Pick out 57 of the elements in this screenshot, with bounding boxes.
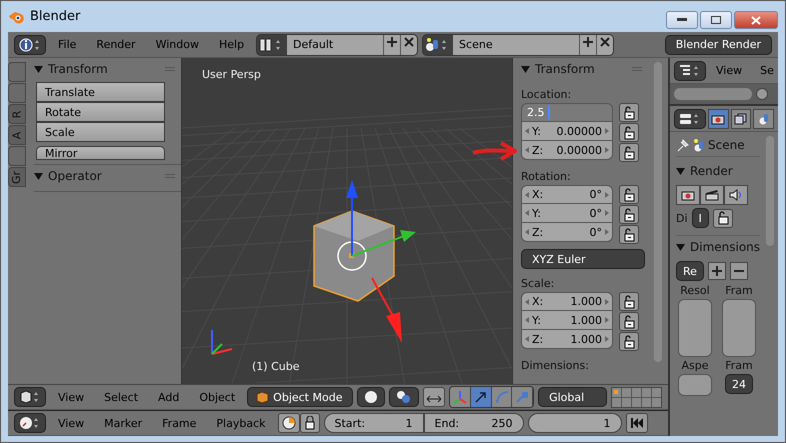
panel-title: Operator <box>48 169 102 183</box>
menu-item[interactable]: Render <box>88 38 144 51</box>
menu-item[interactable]: File <box>50 38 84 51</box>
column-label: Aspe <box>681 359 708 372</box>
menu-item[interactable]: Object <box>191 390 244 404</box>
number-field[interactable]: X: 1.000 <box>521 292 613 311</box>
menu-item[interactable]: Select <box>96 390 146 404</box>
display-dropdown[interactable]: I <box>692 208 709 228</box>
column-label: Fram <box>725 284 753 297</box>
column-label: Resol <box>680 284 710 297</box>
number-input-field[interactable]: 2.5 <box>521 103 613 122</box>
section-label: Dimensions: <box>521 359 590 372</box>
panel-title: Transform <box>535 62 595 76</box>
view-label: User Persp <box>202 68 261 81</box>
orientation-dropdown[interactable]: Global <box>538 387 608 407</box>
menu-item[interactable]: View <box>50 390 92 404</box>
screen-layout-selector[interactable]: Default <box>256 34 418 56</box>
tool-button[interactable]: Translate <box>36 82 165 102</box>
menu-item[interactable]: Se <box>752 64 778 77</box>
number-field[interactable]: Y: 1.000 <box>521 311 613 330</box>
menu-item[interactable]: Frame <box>154 416 204 430</box>
panel-title: Render <box>690 164 733 178</box>
section-label: Scale: <box>521 277 556 290</box>
current-frame-field[interactable]: 1 <box>528 413 622 433</box>
number-field[interactable]: Y: 0.00000 <box>521 122 613 141</box>
number-field[interactable]: Z: 1.000 <box>521 330 613 349</box>
section-label: Rotation: <box>521 170 572 183</box>
number-field[interactable]: X: 0° <box>521 185 613 204</box>
frame-rate-dropdown[interactable]: 24 <box>725 374 753 394</box>
number-field[interactable]: Z: 0° <box>521 223 613 242</box>
display-label: Di <box>676 212 688 224</box>
start-frame-field[interactable]: Start: 1 <box>324 413 424 433</box>
menu-item[interactable]: View <box>50 416 92 430</box>
context-label: Scene <box>708 138 745 152</box>
render-engine-dropdown[interactable]: Blender Render <box>664 34 772 54</box>
mode-dropdown[interactable]: Object Mode <box>247 387 354 407</box>
panel-title: Transform <box>48 62 108 76</box>
preset-dropdown[interactable]: Re <box>676 261 704 281</box>
rotation-mode-dropdown[interactable]: XYZ Euler <box>521 249 645 269</box>
window-title: Blender <box>30 9 80 24</box>
tool-button[interactable]: Mirror <box>36 146 165 160</box>
section-label: Location: <box>521 88 572 101</box>
object-label: (1) Cube <box>252 360 300 373</box>
end-frame-field[interactable]: End: 250 <box>424 413 524 433</box>
menu-item[interactable]: Marker <box>96 416 150 430</box>
column-label: Fram <box>725 359 753 372</box>
menu-item[interactable]: Help <box>210 38 252 51</box>
number-field[interactable]: Z: 0.00000 <box>521 141 613 160</box>
scene-selector[interactable]: Scene <box>422 34 614 56</box>
tool-button[interactable]: Rotate <box>36 102 165 122</box>
menu-item[interactable]: Window <box>148 38 207 51</box>
panel-title: Dimensions <box>690 240 760 254</box>
number-field[interactable]: Y: 0° <box>521 204 613 223</box>
menu-item[interactable]: Add <box>150 390 188 404</box>
tool-button[interactable]: Scale <box>36 122 165 142</box>
menu-item[interactable]: View <box>708 64 750 77</box>
menu-item[interactable]: Playback <box>208 416 274 430</box>
